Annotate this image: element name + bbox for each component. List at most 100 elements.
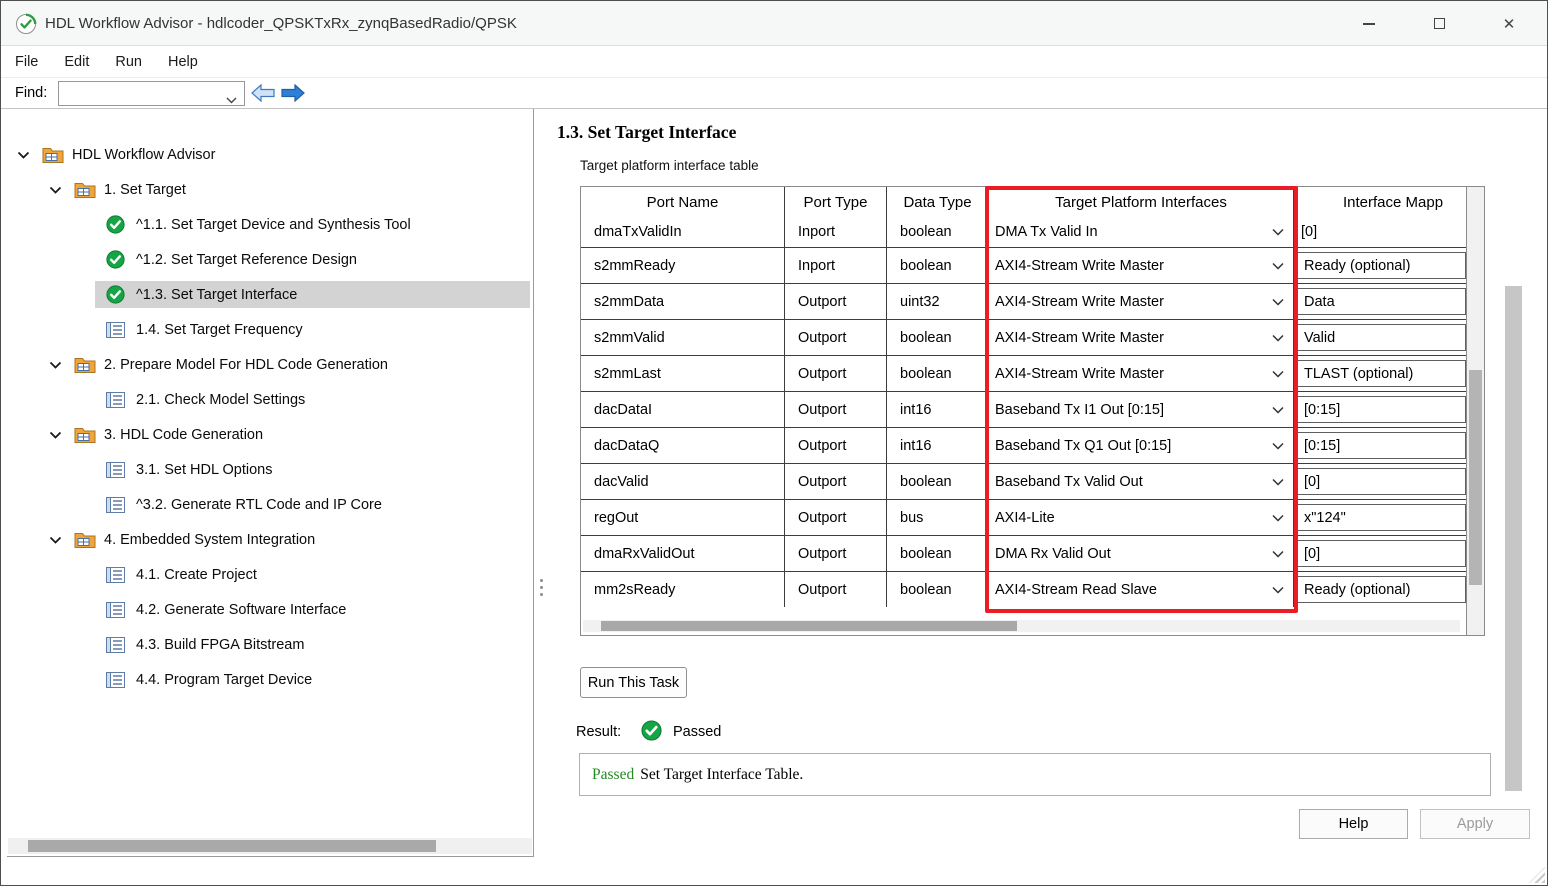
interface-mapping-field[interactable]: Ready (optional) [1297, 252, 1466, 279]
expander-chevron-down-icon[interactable] [17, 151, 42, 159]
expander-chevron-down-icon[interactable] [49, 361, 74, 369]
target-platform-interface-dropdown[interactable]: AXI4-Stream Write Master [989, 284, 1294, 319]
interface-mapping-field[interactable]: [0] [1297, 540, 1466, 567]
tree-item-label: 4.1. Create Project [134, 567, 257, 583]
port-name-cell: dmaRxValidOut [581, 536, 785, 571]
findbar: Find: [1, 78, 1547, 109]
tree-group-item[interactable]: 3. HDL Code Generation [7, 417, 533, 452]
expander-chevron-down-icon[interactable] [49, 431, 74, 439]
tree-task-item[interactable]: 4.1. Create Project [7, 557, 533, 592]
tree-horizontal-scrollbar[interactable] [8, 838, 532, 854]
interface-mapping-field[interactable]: Ready (optional) [1297, 576, 1466, 603]
panel-splitter[interactable] [535, 109, 549, 857]
maximize-button[interactable] [1411, 1, 1467, 46]
tree-task-item[interactable]: ^1.3. Set Target Interface [7, 277, 533, 312]
table-horizontal-scrollbar[interactable] [583, 620, 1460, 632]
menu-help[interactable]: Help [168, 54, 198, 70]
tree-task-item[interactable]: 3.1. Set HDL Options [7, 452, 533, 487]
interface-table-rows: Port NamePort TypeData TypeTarget Platfo… [581, 187, 1466, 607]
interface-mapping-field[interactable]: Valid [1297, 324, 1466, 351]
tree-item-label: 1. Set Target [102, 182, 186, 198]
tree-group-item[interactable]: 1. Set Target [7, 172, 533, 207]
tree-horizontal-scrollbar-thumb[interactable] [28, 840, 436, 852]
target-platform-interface-dropdown[interactable]: AXI4-Stream Write Master [989, 320, 1294, 355]
hdl-workflow-advisor-window: HDL Workflow Advisor - hdlcoder_QPSKTxRx… [0, 0, 1548, 886]
interface-mapping-field[interactable]: [0] [1297, 468, 1466, 495]
dropdown-chevron-down-icon[interactable] [1272, 586, 1284, 593]
splitter-dot [540, 593, 543, 596]
table-vertical-scrollbar-thumb[interactable] [1469, 370, 1482, 585]
dropdown-chevron-down-icon[interactable] [1272, 262, 1284, 269]
combo-chevron-down-icon[interactable] [226, 91, 237, 109]
workflow-tree: HDL Workflow Advisor 1. Set Target ^1.1. S… [7, 109, 533, 697]
table-row: dacDataQOutportint16Baseband Tx Q1 Out [… [581, 427, 1466, 463]
menu-run[interactable]: Run [115, 54, 142, 70]
interface-mapping-cell: Data [1294, 284, 1466, 319]
interface-mapping-cell[interactable]: [0] [1294, 217, 1466, 247]
expander-chevron-down-icon[interactable] [49, 536, 74, 544]
dropdown-chevron-down-icon[interactable] [1272, 370, 1284, 377]
task-panel: 1.3. Set Target Interface Target platfor… [549, 109, 1548, 886]
target-platform-interface-dropdown[interactable]: DMA Tx Valid In [989, 217, 1294, 247]
dropdown-chevron-down-icon[interactable] [1272, 442, 1284, 449]
check-icon [106, 285, 134, 304]
help-button[interactable]: Help [1299, 809, 1408, 839]
table-vertical-scrollbar[interactable] [1466, 187, 1484, 635]
target-platform-interface-dropdown[interactable]: AXI4-Stream Write Master [989, 356, 1294, 391]
data-type-cell: bus [887, 500, 989, 535]
tree-root-item[interactable]: HDL Workflow Advisor [7, 137, 533, 172]
menu-edit[interactable]: Edit [64, 54, 89, 70]
target-platform-interface-dropdown[interactable]: AXI4-Lite [989, 500, 1294, 535]
interface-mapping-field[interactable]: Data [1297, 288, 1466, 315]
tree-task-item[interactable]: ^1.1. Set Target Device and Synthesis To… [7, 207, 533, 242]
dropdown-chevron-down-icon[interactable] [1272, 298, 1284, 305]
expander-chevron-down-icon[interactable] [49, 186, 74, 194]
interface-mapping-field[interactable]: x"124" [1297, 504, 1466, 531]
tree-task-item[interactable]: 4.3. Build FPGA Bitstream [7, 627, 533, 662]
menu-file[interactable]: File [15, 54, 38, 70]
find-combobox[interactable] [58, 81, 245, 106]
col-header-port-type: Port Type [785, 187, 887, 217]
dropdown-chevron-down-icon[interactable] [1272, 229, 1284, 236]
target-platform-interface-dropdown[interactable]: AXI4-Stream Read Slave [989, 572, 1294, 607]
dropdown-chevron-down-icon[interactable] [1272, 406, 1284, 413]
close-button[interactable]: ✕ [1481, 1, 1537, 46]
port-name-cell: s2mmLast [581, 356, 785, 391]
port-name-cell: dacDataI [581, 392, 785, 427]
dropdown-chevron-down-icon[interactable] [1272, 550, 1284, 557]
col-header-data-type: Data Type [887, 187, 989, 217]
folder-icon [74, 181, 102, 198]
interface-mapping-cell: [0:15] [1294, 428, 1466, 463]
content-vertical-scrollbar-thumb[interactable] [1505, 286, 1522, 791]
task-icon [106, 322, 134, 338]
tree-task-item[interactable]: ^1.2. Set Target Reference Design [7, 242, 533, 277]
dropdown-chevron-down-icon[interactable] [1272, 514, 1284, 521]
tree-task-item[interactable]: 2.1. Check Model Settings [7, 382, 533, 417]
table-horizontal-scrollbar-thumb[interactable] [601, 621, 1017, 631]
find-next-button[interactable] [281, 84, 305, 102]
dropdown-chevron-down-icon[interactable] [1272, 334, 1284, 341]
data-type-cell: boolean [887, 217, 989, 247]
target-platform-interface-dropdown[interactable]: DMA Rx Valid Out [989, 536, 1294, 571]
find-previous-button[interactable] [251, 84, 275, 102]
interface-mapping-field[interactable]: TLAST (optional) [1297, 360, 1466, 387]
tree-task-item[interactable]: 1.4. Set Target Frequency [7, 312, 533, 347]
tree-group-item[interactable]: 4. Embedded System Integration [7, 522, 533, 557]
minimize-button[interactable] [1341, 1, 1397, 46]
folder-icon [42, 146, 70, 163]
target-platform-interface-dropdown[interactable]: Baseband Tx I1 Out [0:15] [989, 392, 1294, 427]
target-platform-interface-dropdown[interactable]: AXI4-Stream Write Master [989, 248, 1294, 283]
result-status: Passed [673, 724, 721, 740]
interface-mapping-field[interactable]: [0:15] [1297, 432, 1466, 459]
tree-task-item[interactable]: 4.4. Program Target Device [7, 662, 533, 697]
interface-mapping-field[interactable]: [0:15] [1297, 396, 1466, 423]
tree-group-item[interactable]: 2. Prepare Model For HDL Code Generation [7, 347, 533, 382]
tree-task-item[interactable]: 4.2. Generate Software Interface [7, 592, 533, 627]
dropdown-chevron-down-icon[interactable] [1272, 478, 1284, 485]
target-platform-interface-dropdown[interactable]: Baseband Tx Valid Out [989, 464, 1294, 499]
content-vertical-scrollbar[interactable] [1505, 109, 1522, 886]
target-platform-interface-dropdown[interactable]: Baseband Tx Q1 Out [0:15] [989, 428, 1294, 463]
col-header-port-name: Port Name [581, 187, 785, 217]
run-this-task-button[interactable]: Run This Task [580, 667, 687, 698]
tree-task-item[interactable]: ^3.2. Generate RTL Code and IP Core [7, 487, 533, 522]
